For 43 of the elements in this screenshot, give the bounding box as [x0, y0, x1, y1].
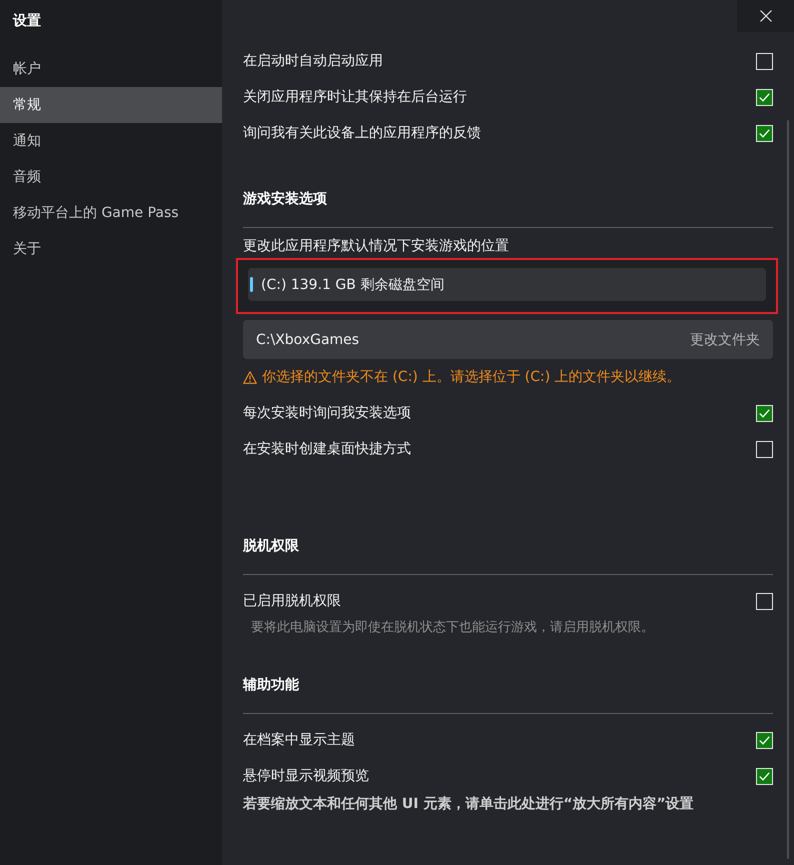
zoom-settings-link[interactable]: 若要缩放文本和任何其他 UI 元素，请单击此处进行“放大所有内容”设置 — [243, 795, 694, 813]
sidebar-item[interactable]: 帐户 — [0, 51, 222, 87]
sidebar-item[interactable]: 常规 — [0, 87, 222, 123]
checkbox[interactable] — [756, 592, 773, 610]
checkmark-icon — [759, 408, 770, 418]
checkbox[interactable] — [756, 124, 773, 142]
warning-message: 你选择的文件夹不在 (C:) 上。请选择位于 (C:) 上的文件夹以继续。 — [262, 368, 681, 386]
option-label: 每次安装时询问我安装选项 — [243, 404, 411, 422]
option-description: 要将此电脑设置为即使在脱机状态下也能运行游戏，请启用脱机权限。 — [250, 619, 654, 637]
option-label: 已启用脱机权限 — [243, 592, 341, 610]
section-heading: 辅助功能 — [243, 676, 299, 695]
warning-icon — [243, 370, 257, 384]
option-label: 悬停时显示视频预览 — [243, 767, 369, 785]
checkmark-icon — [759, 772, 770, 780]
checkmark-icon — [759, 128, 770, 138]
checkbox[interactable] — [756, 768, 773, 784]
option-label: 在档案中显示主题 — [243, 731, 355, 749]
option-label: 在安装时创建桌面快捷方式 — [243, 440, 411, 458]
checkbox[interactable] — [756, 732, 773, 748]
change-folder-button[interactable]: 更改文件夹 — [690, 330, 760, 348]
close-icon — [760, 10, 772, 22]
section-heading: 脱机权限 — [243, 537, 299, 556]
drive-dropdown[interactable]: (C:) 139.1 GB 剩余磁盘空间 — [248, 268, 766, 301]
checkmark-icon — [759, 92, 770, 102]
sidebar-item[interactable]: 通知 — [0, 123, 222, 159]
option-label: 询问我有关此设备上的应用程序的反馈 — [243, 124, 481, 142]
section-heading: 游戏安装选项 — [243, 190, 327, 209]
option-label: 关闭应用程序时让其保持在后台运行 — [243, 88, 467, 106]
checkbox[interactable] — [756, 52, 773, 70]
selection-marker-icon — [250, 277, 253, 292]
checkmark-icon — [759, 736, 770, 744]
sidebar-item[interactable]: 音频 — [0, 159, 222, 195]
sidebar-item[interactable]: 关于 — [0, 231, 222, 267]
checkbox[interactable] — [756, 440, 773, 458]
option-label: 在启动时自动启动应用 — [243, 52, 383, 70]
window-title: 设置 — [12, 12, 42, 31]
checkbox[interactable] — [756, 88, 773, 106]
folder-path-field[interactable]: C:\XboxGames 更改文件夹 — [243, 320, 773, 359]
scrollbar[interactable] — [787, 120, 789, 859]
field-caption: 更改此应用程序默认情况下安装游戏的位置 — [243, 237, 509, 256]
sidebar-item[interactable]: 移动平台上的 Game Pass — [0, 195, 222, 231]
folder-path-text: C:\XboxGames — [256, 332, 360, 348]
checkbox[interactable] — [756, 404, 773, 422]
